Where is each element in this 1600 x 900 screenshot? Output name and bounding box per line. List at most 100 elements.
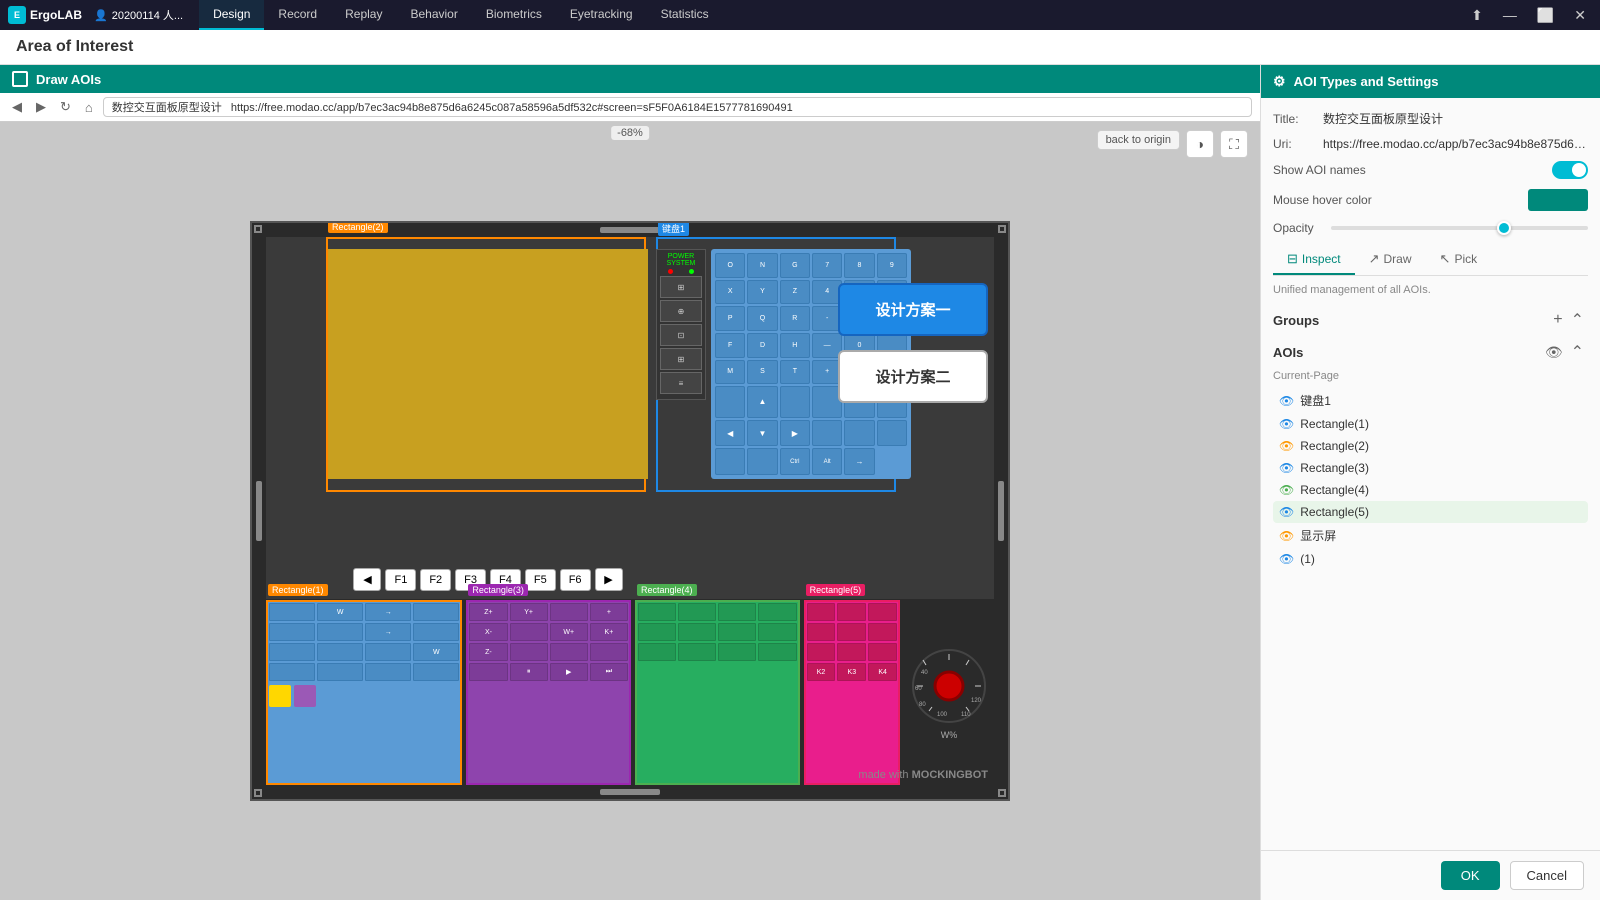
nav-f2-button[interactable]: F2 (420, 569, 451, 591)
url-input[interactable] (103, 97, 1252, 117)
r5-k2[interactable] (837, 603, 866, 621)
aoi-item-rect2[interactable]: 👁 Rectangle(2) (1273, 435, 1588, 457)
r1-k3[interactable]: → (365, 603, 411, 621)
hover-color-swatch[interactable] (1528, 189, 1588, 211)
tab-eyetracking[interactable]: Eyetracking (556, 0, 647, 30)
aoi-item-1[interactable]: 👁 (1) (1273, 548, 1588, 570)
key-O[interactable]: O (715, 253, 745, 278)
r5-k9[interactable] (868, 643, 897, 661)
r3-bk3[interactable]: ▶ (550, 663, 588, 681)
r1-k14[interactable] (317, 663, 363, 681)
r5-k4[interactable] (807, 623, 836, 641)
r3-k7[interactable]: W+ (550, 623, 588, 641)
key-Z[interactable]: Z (780, 280, 810, 305)
r1-k11[interactable] (365, 643, 411, 661)
show-aoi-names-toggle[interactable] (1552, 161, 1588, 179)
key-T[interactable]: T (780, 360, 810, 385)
nav-f3-button[interactable]: F3 (455, 569, 486, 591)
key-right[interactable]: ▶ (780, 420, 810, 447)
nav-next-button[interactable]: ▶ (595, 568, 623, 591)
tab-replay[interactable]: Replay (331, 0, 396, 30)
tab-biometrics[interactable]: Biometrics (472, 0, 556, 30)
nav-f6-button[interactable]: F6 (560, 569, 591, 591)
r1-k15[interactable] (365, 663, 411, 681)
nav-prev-button[interactable]: ◀ (353, 568, 381, 591)
tab-design[interactable]: Design (199, 0, 264, 30)
key-empty10[interactable] (715, 448, 745, 475)
r5-k11[interactable]: K3 (837, 663, 866, 681)
tab-behavior[interactable]: Behavior (396, 0, 471, 30)
key-empty4[interactable] (780, 386, 810, 418)
r1-k8[interactable] (413, 623, 459, 641)
pin-button[interactable]: ⬆ (1465, 5, 1489, 26)
r1-k16[interactable] (413, 663, 459, 681)
canvas-area[interactable]: -68% ◑ ⛶ back to origin (0, 122, 1260, 900)
r4-k1[interactable] (638, 603, 676, 621)
user-info[interactable]: 👤 20200114 人... (94, 7, 183, 23)
r3-k8[interactable]: K+ (590, 623, 628, 641)
r1-k9[interactable] (269, 643, 315, 661)
aoi-visibility-button[interactable]: 👁 (1541, 342, 1567, 363)
r5-k6[interactable] (868, 623, 897, 641)
key-empty7[interactable] (812, 420, 842, 447)
r5-k7[interactable] (807, 643, 836, 661)
design-btn-1[interactable]: 设计方案一 (838, 283, 988, 336)
tab-draw[interactable]: ↗ Draw (1355, 245, 1426, 275)
r1-k6[interactable] (317, 623, 363, 641)
r4-k11[interactable] (718, 643, 756, 661)
key-R[interactable]: R (780, 306, 810, 331)
refresh-button[interactable]: ↻ (56, 97, 75, 117)
r4-k4[interactable] (758, 603, 796, 621)
tab-statistics[interactable]: Statistics (647, 0, 723, 30)
tab-record[interactable]: Record (264, 0, 331, 30)
design-btn-2[interactable]: 设计方案二 (838, 350, 988, 403)
r1-k7[interactable]: → (365, 623, 411, 641)
aoi-item-rect5[interactable]: 👁 Rectangle(5) (1273, 501, 1588, 523)
r4-k12[interactable] (758, 643, 796, 661)
r4-k2[interactable] (678, 603, 716, 621)
key-G[interactable]: G (780, 253, 810, 278)
r3-k3[interactable] (550, 603, 588, 621)
key-Y[interactable]: Y (747, 280, 777, 305)
close-button[interactable]: ✕ (1568, 5, 1592, 26)
minimize-button[interactable]: — (1497, 5, 1523, 25)
r5-k8[interactable] (837, 643, 866, 661)
nav-f4-button[interactable]: F4 (490, 569, 521, 591)
scroll-handle-right[interactable] (998, 481, 1004, 541)
key-X[interactable]: X (715, 280, 745, 305)
key-alt[interactable]: Alt (812, 448, 842, 475)
cancel-button[interactable]: Cancel (1510, 861, 1584, 890)
forward-button[interactable]: ▶ (32, 97, 50, 117)
aoi-item-rect4[interactable]: 👁 Rectangle(4) (1273, 479, 1588, 501)
r5-k1[interactable] (807, 603, 836, 621)
r3-k12[interactable] (590, 643, 628, 661)
key-empty9[interactable] (877, 420, 907, 447)
tab-inspect[interactable]: ⊟ Inspect (1273, 245, 1355, 275)
r3-k4[interactable]: + (590, 603, 628, 621)
r4-k6[interactable] (678, 623, 716, 641)
r1-k12[interactable]: W (413, 643, 459, 661)
key-7[interactable]: 7 (812, 253, 842, 278)
key-Q[interactable]: Q (747, 306, 777, 331)
opacity-slider[interactable] (1331, 226, 1588, 230)
key-S[interactable]: S (747, 360, 777, 385)
opacity-thumb[interactable] (1497, 221, 1511, 235)
collapse-aois-button[interactable]: ⌃ (1567, 340, 1588, 364)
corner-handle-tl[interactable] (254, 225, 262, 233)
back-button[interactable]: ◀ (8, 97, 26, 117)
r4-k7[interactable] (718, 623, 756, 641)
corner-handle-tr[interactable] (998, 225, 1006, 233)
r1-k4[interactable] (413, 603, 459, 621)
key-9[interactable]: 9 (877, 253, 907, 278)
r3-k9[interactable]: Z- (469, 643, 507, 661)
r4-k3[interactable] (718, 603, 756, 621)
scroll-handle-left[interactable] (256, 481, 262, 541)
maximize-button[interactable]: ⬜ (1531, 5, 1560, 26)
r5-k12[interactable]: K4 (868, 663, 897, 681)
tab-pick[interactable]: ↖ Pick (1426, 245, 1492, 275)
fullscreen-button[interactable]: ⛶ (1220, 130, 1248, 158)
key-8[interactable]: 8 (844, 253, 874, 278)
key-empty11[interactable] (747, 448, 777, 475)
r5-k3[interactable] (868, 603, 897, 621)
aoi-item-rect3[interactable]: 👁 Rectangle(3) (1273, 457, 1588, 479)
